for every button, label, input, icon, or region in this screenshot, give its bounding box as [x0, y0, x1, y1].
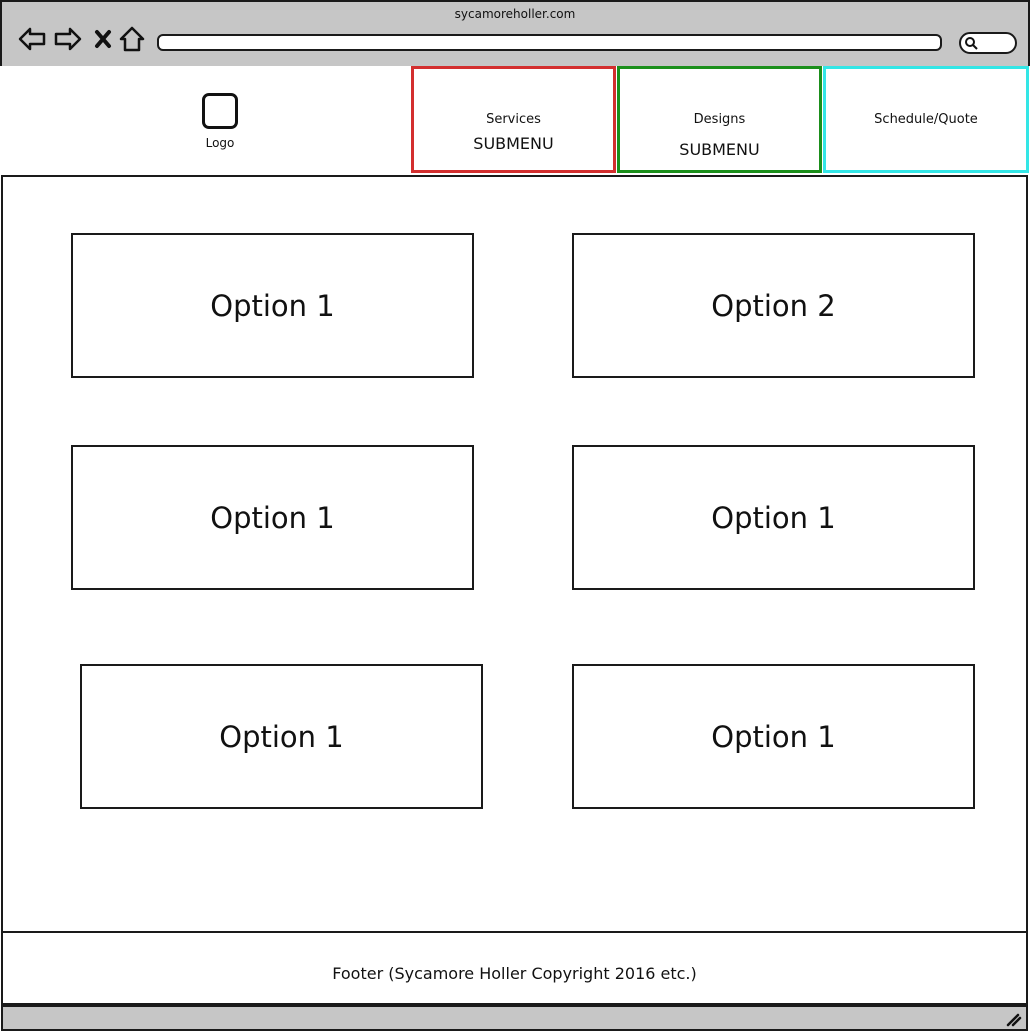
nav-services-submenu[interactable]: SUBMENU	[414, 134, 613, 153]
close-icon[interactable]	[88, 24, 118, 54]
nav-services-label: Services	[486, 112, 541, 127]
nav-schedule-quote[interactable]: Schedule/Quote	[823, 66, 1029, 173]
url-bar[interactable]	[157, 34, 942, 51]
nav-designs[interactable]: Designs SUBMENU	[617, 66, 822, 173]
search-field[interactable]	[959, 32, 1017, 54]
nav-services[interactable]: Services SUBMENU	[411, 66, 616, 173]
option-card[interactable]: Option 2	[572, 233, 975, 378]
search-icon	[965, 37, 978, 50]
nav-schedule-quote-label: Schedule/Quote	[874, 112, 978, 127]
nav-designs-label: Designs	[693, 112, 746, 127]
footer: Footer (Sycamore Holler Copyright 2016 e…	[1, 933, 1028, 1005]
main-content: Option 1 Option 2 Option 1 Option 1 Opti…	[1, 175, 1028, 933]
option-card[interactable]: Option 1	[71, 233, 474, 378]
option-card[interactable]: Option 1	[71, 445, 474, 590]
home-icon[interactable]	[117, 24, 147, 54]
resize-grip-icon[interactable]	[1004, 1009, 1022, 1027]
option-card[interactable]: Option 1	[572, 445, 975, 590]
nav-designs-submenu[interactable]: SUBMENU	[620, 140, 819, 159]
option-card[interactable]: Option 1	[80, 664, 483, 809]
option-card[interactable]: Option 1	[572, 664, 975, 809]
logo-label: Logo	[205, 136, 235, 150]
logo-area: Logo	[0, 66, 410, 174]
status-bar	[1, 1005, 1028, 1031]
browser-chrome: sycamoreholler.com	[0, 0, 1030, 66]
browser-window: sycamoreholler.com Logo Services SUBMENU	[0, 0, 1030, 1032]
browser-title: sycamoreholler.com	[454, 7, 576, 21]
forward-arrow-icon[interactable]	[53, 24, 83, 54]
footer-text: Footer (Sycamore Holler Copyright 2016 e…	[332, 964, 697, 983]
back-arrow-icon[interactable]	[17, 24, 47, 54]
logo-icon[interactable]	[202, 93, 238, 129]
